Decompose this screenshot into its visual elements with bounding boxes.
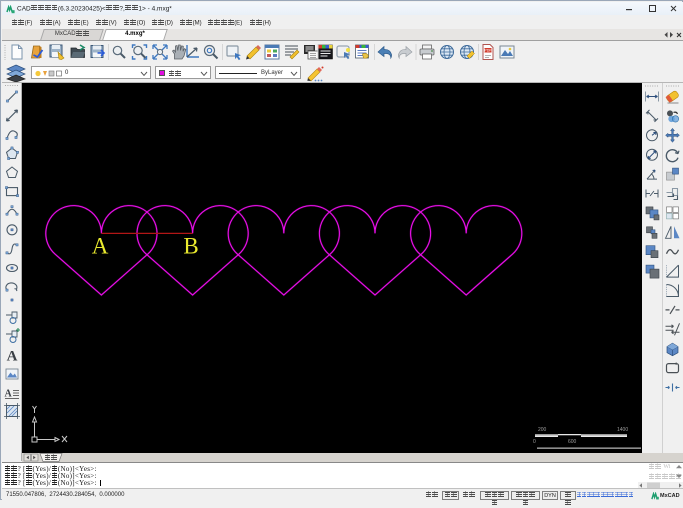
svg-text:200: 200 [538, 427, 547, 433]
svg-text:1400: 1400 [617, 427, 628, 433]
svg-text:PDF: PDF [484, 49, 492, 53]
svg-text:A: A [92, 234, 109, 259]
svg-text:B: B [183, 234, 198, 259]
svg-text:A: A [5, 389, 13, 400]
svg-text:A: A [7, 349, 18, 365]
svg-text:0: 0 [533, 439, 536, 445]
svg-text:600: 600 [568, 439, 577, 445]
